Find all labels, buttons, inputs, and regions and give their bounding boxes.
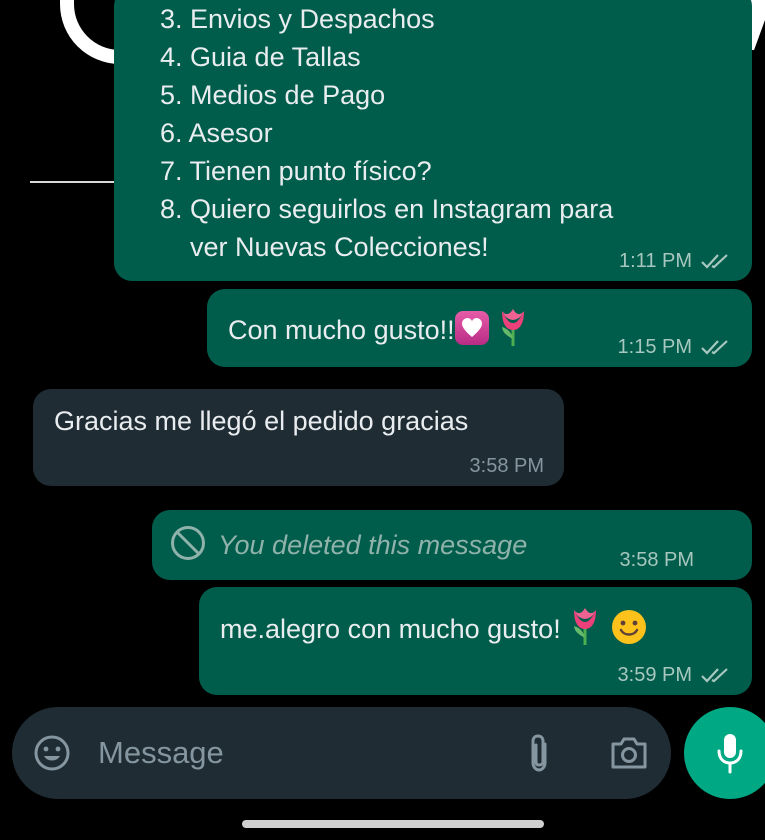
read-ticks-icon [700, 338, 732, 356]
message-meta: 1:11 PM [619, 249, 732, 273]
message-input[interactable]: Message [98, 733, 224, 773]
menu-item: 8. Quiero seguirlos en Instagram para [160, 194, 614, 224]
message-text: Con mucho gusto!! [228, 315, 455, 345]
read-ticks-icon [700, 666, 732, 684]
menu-item: 7. Tienen punto físico? [160, 156, 432, 186]
smile-emoji-icon [610, 608, 648, 646]
microphone-button[interactable] [684, 707, 765, 799]
heart-emoji-icon [454, 311, 489, 345]
chat-screen: 3. Envios y Despachos 4. Guia de Tallas … [0, 0, 765, 840]
message-meta: 3:59 PM [618, 663, 732, 687]
message-input-bar[interactable]: Message [12, 707, 671, 799]
tulip-emoji-icon [568, 606, 602, 646]
tulip-emoji-icon [496, 307, 530, 347]
menu-item: 3. Envios y Despachos [160, 4, 435, 34]
menu-item: 5. Medios de Pago [160, 80, 386, 110]
message-meta: 3:58 PM [470, 454, 544, 478]
paperclip-icon[interactable] [524, 732, 554, 779]
home-indicator[interactable] [242, 820, 544, 828]
deleted-message[interactable]: You deleted this message 3:58 PM [152, 510, 752, 580]
incoming-message[interactable]: Gracias me llegó el pedido gracias 3:58 … [33, 389, 564, 486]
outgoing-message-menu[interactable]: 3. Envios y Despachos 4. Guia de Tallas … [114, 0, 752, 281]
deleted-message-text: You deleted this message [218, 530, 528, 560]
menu-item: 6. Asesor [160, 118, 273, 148]
message-time: 1:11 PM [619, 250, 692, 272]
emoji-icon[interactable] [32, 733, 72, 778]
message-meta: 1:15 PM [618, 335, 732, 359]
message-meta: 3:58 PM [620, 548, 694, 572]
microphone-icon [717, 734, 743, 774]
message-time: 3:58 PM [469, 455, 544, 477]
message-text: Gracias me llegó el pedido gracias [54, 406, 469, 436]
read-ticks-icon [700, 252, 732, 270]
message-time: 3:58 PM [619, 549, 694, 571]
outgoing-message[interactable]: Con mucho gusto!! 1:15 PM [207, 289, 752, 367]
message-time: 3:59 PM [617, 664, 692, 686]
message-text: me.alegro con mucho gusto! [220, 614, 561, 644]
deleted-icon [170, 525, 206, 571]
camera-icon[interactable] [609, 735, 649, 776]
message-time: 1:15 PM [617, 336, 692, 358]
menu-item: 4. Guia de Tallas [160, 42, 361, 72]
outgoing-message[interactable]: me.alegro con mucho gusto! 3:59 PM [199, 587, 752, 695]
